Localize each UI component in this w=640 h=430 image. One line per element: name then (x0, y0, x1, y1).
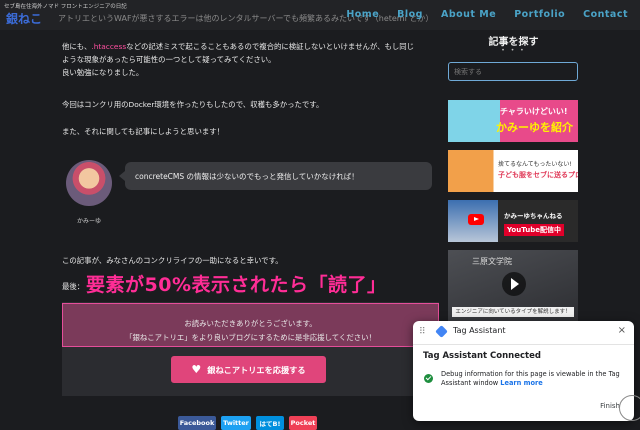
tag-assistant-panel: ⠿ Tag Assistant × Tag Assistant Connecte… (413, 321, 634, 421)
banner-kids-top: 捨てるなんてもったいない! (498, 161, 572, 168)
thanks-line-2: 「銀ねこアトリエ」をより良いブログにするために是非応援してください！ (125, 333, 376, 342)
tag-assistant-message: Debug information for this page is viewa… (441, 370, 627, 388)
tag-assistant-title: Tag Assistant (453, 326, 506, 335)
author-avatar (66, 160, 112, 206)
speech-bubble: concreteCMS の情報は少ないのでもっと発信していかなければ！ (119, 162, 432, 190)
scroll-top-button[interactable] (619, 395, 640, 421)
nav-home[interactable]: Home (346, 9, 379, 20)
read-complete-annotation: 要素が50%表示されたら「読了」 (86, 274, 387, 296)
banner-about-main: かみーゆを紹介 (496, 121, 573, 134)
article-paragraph-1: 他にも、.htaccessなどの記述ミスで起こることもあるので複合的に検証しない… (62, 40, 442, 79)
close-icon[interactable]: × (618, 325, 626, 336)
nav-blog[interactable]: Blog (397, 9, 423, 20)
tag-assistant-logo-icon (435, 325, 448, 338)
text: 良い勉強になりました。 (62, 68, 144, 77)
heart-icon: ♥ (191, 363, 202, 376)
banner-youtube-main: YouTube配信中 (504, 224, 564, 236)
site-tagline: セブ島在住海外ノマド フロントエンジニアの日記 (4, 4, 127, 10)
thanks-line-1: お読みいただきありがとうございます。 (184, 319, 317, 328)
site-logo[interactable]: 銀ねこ (6, 10, 42, 27)
drag-handle-icon[interactable]: ⠿ (419, 327, 426, 337)
finish-button[interactable]: Finish (600, 402, 620, 410)
sidebar-title-dots: • • • (501, 47, 526, 54)
text: などの記述ミスで起こることもあるので複合的に検証しないといけませんが、もし同じ (126, 42, 415, 51)
text: 他にも、 (62, 42, 92, 51)
author-name: かみーゆ (76, 218, 101, 225)
support-button-label: 銀ねこアトリエを応援する (207, 364, 306, 375)
text: ような現象があったら可能性の一つとして疑ってみてください。 (62, 55, 276, 64)
main-nav: Home Blog About Me Portfolio Contact (346, 9, 628, 20)
learn-more-link[interactable]: Learn more (500, 379, 543, 387)
banner-video-top: 三原文学院 (472, 257, 512, 266)
banner-about[interactable]: チャラいけどいい! かみーゆを紹介 (448, 100, 578, 142)
tag-assistant-header: ⠿ Tag Assistant × (413, 321, 634, 345)
tag-assistant-heading: Tag Assistant Connected (423, 351, 541, 361)
nav-contact[interactable]: Contact (583, 9, 628, 20)
banner-about-top: チャラいけどいい! (500, 107, 568, 116)
article-paragraph-4: この記事が、みなさんのコンクリライフの一助になると幸いです。 (62, 256, 283, 265)
banner-kids-clothes[interactable]: 捨てるなんてもったいない! 子ども服をセブに送るプロジェクト (448, 150, 578, 192)
nav-portfolio[interactable]: Portfolio (514, 9, 565, 20)
article-paragraph-2: 今回はコンクリ用のDocker環境を作ったりもしたので、収穫も多かったです。 (62, 100, 324, 109)
support-button[interactable]: ♥ 銀ねこアトリエを応援する (171, 356, 326, 383)
article-paragraph-3: また、それに関しても記事にしようと思います！ (62, 127, 225, 136)
banner-youtube-top: かみーゆちゃんねる (504, 212, 563, 220)
speech-text: concreteCMS の情報は少ないのでもっと発信していかなければ！ (135, 172, 359, 181)
search-input[interactable] (448, 62, 578, 81)
nav-about-me[interactable]: About Me (441, 9, 496, 20)
youtube-icon (468, 214, 484, 225)
sidebar-title: 記事を探す (488, 37, 539, 48)
banner-kids-main: 子ども服をセブに送るプロジェクト (498, 171, 578, 179)
site-header: セブ島在住海外ノマド フロントエンジニアの日記 銀ねこ アトリエというWAFが悪… (0, 0, 640, 30)
check-icon (424, 374, 433, 383)
play-icon[interactable] (502, 272, 526, 296)
banner-youtube[interactable]: かみーゆちゃんねる YouTube配信中 (448, 200, 578, 242)
banner-video[interactable]: 三原文学院 エンジニアに向いているタイプを解説します！ (448, 250, 578, 325)
htaccess-highlight: .htaccess (91, 42, 127, 51)
banner-video-caption: エンジニアに向いているタイプを解説します！ (452, 307, 574, 317)
